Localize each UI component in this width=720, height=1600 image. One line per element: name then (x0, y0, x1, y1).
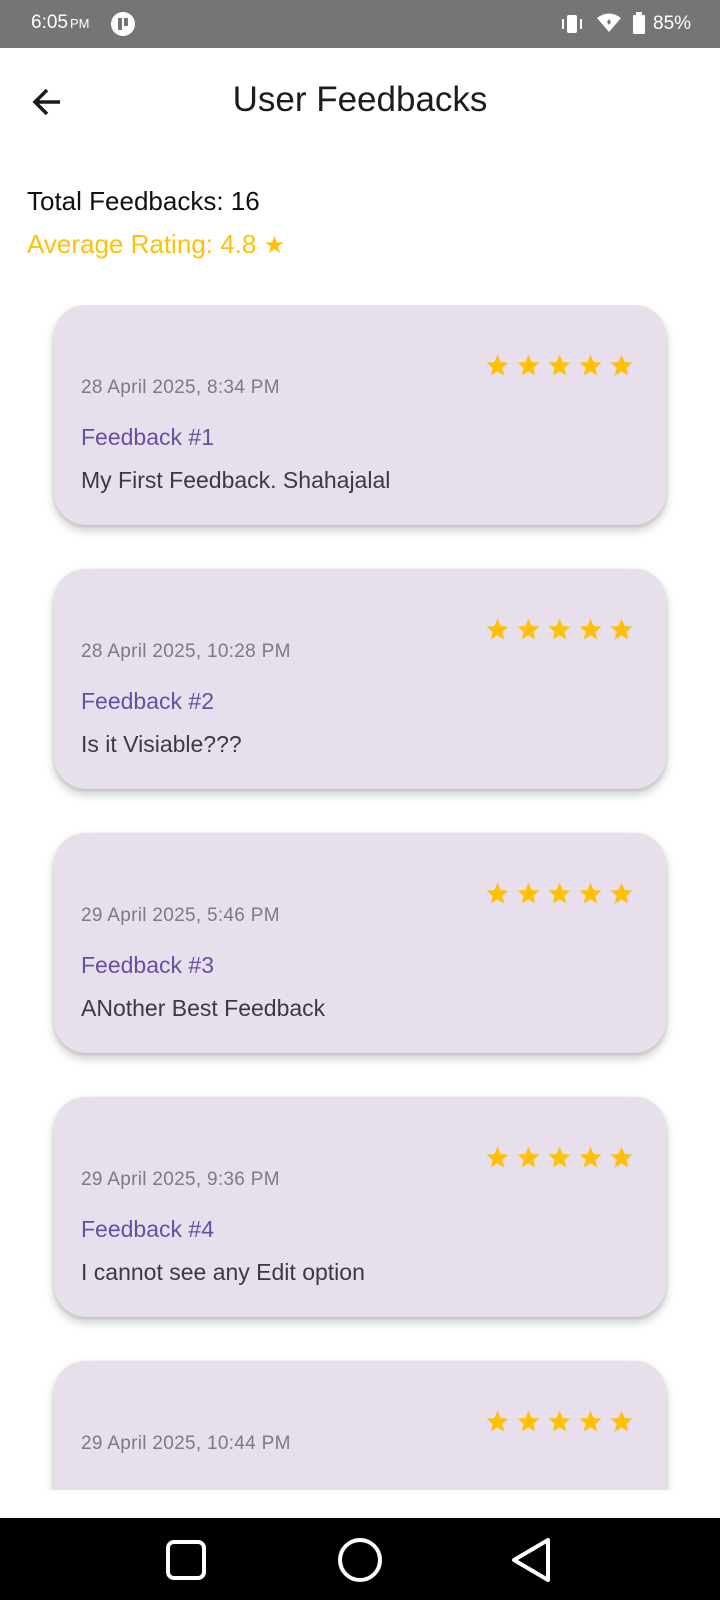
status-time: 6:05 PM (31, 12, 89, 34)
feedback-card[interactable]: 29 April 2025, 10:44 PM (54, 1361, 666, 1490)
feedback-list[interactable]: 28 April 2025, 8:34 PM Feedback #1 My Firs… (0, 305, 720, 1490)
feedback-date: 28 April 2025, 8:34 PM (81, 377, 280, 398)
feedback-message: Is it Visiable??? (81, 731, 242, 757)
feedback-card[interactable]: 29 April 2025, 9:36 PM Feedback #4 I canno… (54, 1097, 666, 1317)
star-icon (579, 1410, 602, 1432)
star-rating (485, 1145, 640, 1169)
star-icon (579, 882, 602, 904)
star-icon (517, 618, 540, 640)
feedback-card[interactable]: 29 April 2025, 5:46 PM Feedback #3 ANother… (54, 833, 666, 1053)
battery-icon (633, 12, 645, 34)
feedback-title: Feedback #3 (81, 952, 214, 978)
arrow-left-icon (32, 88, 60, 116)
star-icon (486, 618, 509, 640)
star-icon (579, 354, 602, 376)
total-feedbacks: Total Feedbacks: 16 (27, 186, 260, 216)
feedback-title: Feedback #1 (81, 424, 214, 450)
star-icon (548, 1410, 571, 1432)
star-icon (486, 882, 509, 904)
wifi-icon (597, 13, 621, 32)
feedback-date: 29 April 2025, 9:36 PM (81, 1169, 280, 1190)
feedback-message: I cannot see any Edit option (81, 1259, 365, 1285)
star-icon (517, 1410, 540, 1432)
average-rating: Average Rating: 4.8 ★ (27, 229, 285, 260)
feedback-date: 28 April 2025, 10:28 PM (81, 641, 291, 662)
feedback-date: 29 April 2025, 10:44 PM (81, 1433, 291, 1454)
feedback-message: ANother Best Feedback (81, 995, 326, 1021)
star-icon (486, 1146, 509, 1168)
star-icon (579, 1146, 602, 1168)
feedback-date: 29 April 2025, 5:46 PM (81, 905, 280, 926)
star-icon (548, 618, 571, 640)
feedback-title: Feedback #4 (81, 1216, 214, 1242)
star-icon (610, 1146, 633, 1168)
star-icon (517, 882, 540, 904)
status-bar: 6:05 PM 85% (0, 0, 720, 48)
app-bar: User Feedbacks (0, 48, 720, 156)
triangle-back-icon (512, 1538, 550, 1582)
circle-home-icon (338, 1538, 382, 1582)
status-time-ampm: PM (69, 16, 90, 31)
star-rating (485, 1409, 640, 1433)
star-rating (485, 353, 640, 377)
star-icon (486, 354, 509, 376)
star-icon (610, 882, 633, 904)
star-icon (517, 1146, 540, 1168)
nav-back-button[interactable] (508, 1534, 560, 1586)
status-time-value: 6:05 (31, 12, 68, 33)
star-icon (610, 618, 633, 640)
star-icon (517, 354, 540, 376)
star-icon (610, 1410, 633, 1432)
feedback-card[interactable]: 28 April 2025, 8:34 PM Feedback #1 My Firs… (54, 305, 666, 525)
home-button[interactable] (334, 1534, 386, 1586)
star-icon (548, 882, 571, 904)
star-icon (579, 618, 602, 640)
star-icon (548, 354, 571, 376)
star-icon: ★ (263, 232, 286, 259)
average-rating-label: Average Rating: 4.8 (27, 229, 257, 259)
feedback-card[interactable]: 28 April 2025, 10:28 PM Feedback #2 Is it … (54, 569, 666, 789)
recents-button[interactable] (160, 1534, 212, 1586)
back-button[interactable] (24, 80, 72, 124)
star-rating (485, 617, 640, 641)
star-icon (486, 1410, 509, 1432)
star-icon (610, 354, 633, 376)
app-status-icon (111, 12, 135, 36)
battery-percent: 85% (653, 13, 692, 34)
star-icon (548, 1146, 571, 1168)
star-rating (485, 881, 640, 905)
feedback-screen: 6:05 PM 85% User Feedbacks Total Feedback… (0, 0, 720, 1600)
system-nav-bar (0, 1518, 720, 1600)
square-recents-icon (166, 1540, 206, 1580)
feedback-title: Feedback #2 (81, 688, 214, 714)
vibrate-icon (562, 15, 582, 33)
feedback-message: My First Feedback. Shahajalal (81, 467, 391, 493)
page-title: User Feedbacks (232, 80, 488, 119)
